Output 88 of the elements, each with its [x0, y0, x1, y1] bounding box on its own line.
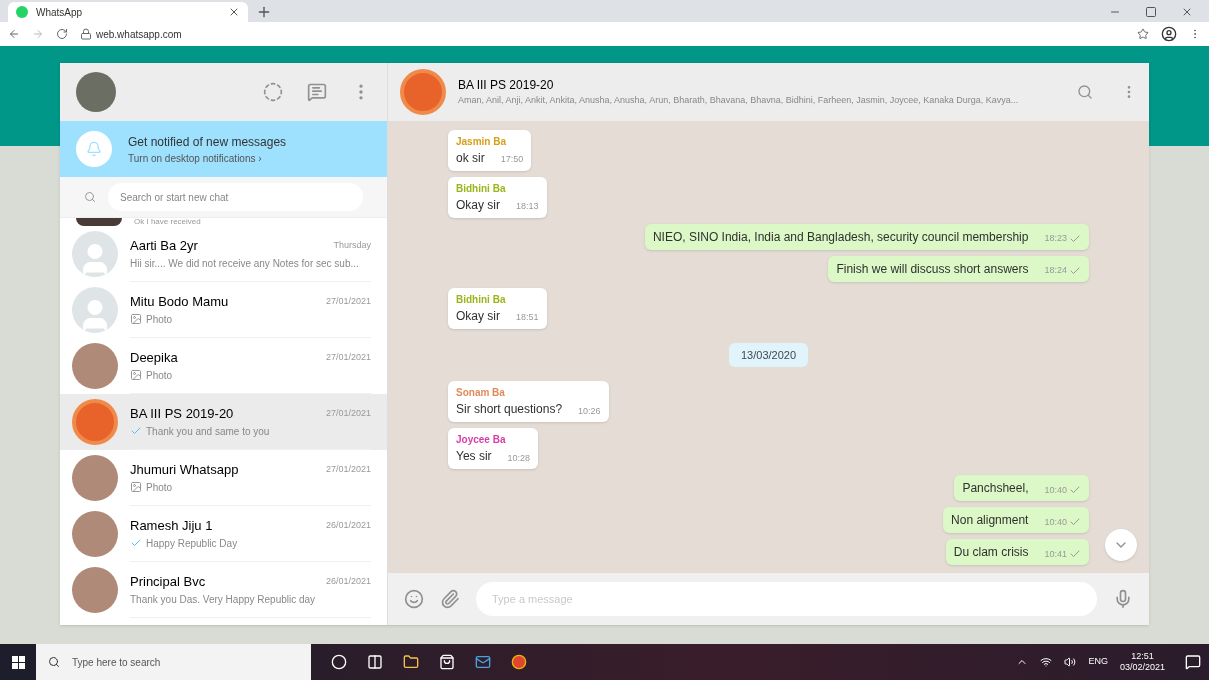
message-time: 10:41 — [1044, 547, 1067, 561]
photo-placeholder — [76, 218, 122, 226]
contact-name: Aarti Ba 2yr — [130, 237, 198, 256]
message-text: Non alignment — [951, 512, 1029, 529]
banner-title: Get notified of new messages — [128, 133, 287, 151]
banner-link[interactable]: Turn on desktop notifications › — [128, 150, 287, 166]
close-icon[interactable] — [228, 6, 240, 18]
status-icon[interactable] — [263, 82, 283, 102]
chat-list-item[interactable]: BA III PS 2019-20 27/01/2021 Thank you and same to you — [60, 394, 387, 450]
tab-title: WhatsApp — [36, 5, 84, 20]
chat-preview: Ok I have received — [134, 218, 201, 226]
chat-preview: Photo — [146, 480, 173, 495]
browser-tab[interactable]: WhatsApp — [8, 2, 248, 22]
chat-preview: Thank you and same to you — [146, 424, 270, 439]
chat-preview: Thank you Das. Very Happy Republic day — [130, 592, 316, 607]
contact-name: BA III PS 2019-20 — [130, 405, 234, 424]
language-indicator[interactable]: ENG — [1088, 655, 1108, 669]
contact-name: Deepika — [130, 349, 178, 368]
sender-name: Joycee Ba — [456, 433, 507, 447]
new-chat-icon[interactable] — [307, 82, 327, 102]
chat-time: 27/01/2021 — [325, 295, 371, 309]
message-text: Yes sir — [456, 448, 492, 465]
message-text: Okay sir — [456, 307, 500, 325]
task-view-icon[interactable] — [367, 654, 383, 670]
search-icon[interactable] — [1077, 84, 1093, 100]
chat-time: Thursday — [333, 239, 371, 253]
message-time: 18:23 — [1044, 232, 1067, 245]
chat-preview: Photo — [146, 368, 173, 383]
sender-name: Jasmin Ba — [456, 134, 508, 149]
message-time: 18:51 — [516, 311, 539, 324]
microphone-icon[interactable] — [1113, 589, 1133, 609]
member-list: Aman, Anil, Anji, Ankit, Ankita, Anusha, Anusha, Arun, Bharath, Bhavana, Bhavna, Bidhini, Farheen, Jasmin, Joycee, Kanaka Durga, Kavya... — [458, 94, 1041, 108]
reload-icon[interactable] — [56, 28, 68, 40]
message-time: 17:50 — [500, 153, 524, 166]
volume-icon[interactable] — [1064, 656, 1077, 668]
sender-name: Bidhini Ba — [456, 292, 507, 307]
sender-name: Sonam Ba — [456, 386, 506, 400]
message-text: Du clam crisis — [953, 544, 1029, 561]
chat-title: BA III PS 2019-20 — [458, 77, 555, 95]
chat-preview: Happy Republic Day — [146, 536, 238, 551]
date-chip: 13/03/2020 — [728, 342, 809, 367]
message-text: Okay sir — [456, 196, 500, 214]
contact-name: Ramesh Jiju 1 — [130, 517, 213, 536]
chat-time: 27/01/2021 — [325, 351, 371, 365]
new-tab-icon[interactable] — [256, 4, 272, 20]
message-time: 18:24 — [1044, 264, 1067, 277]
search-icon — [84, 191, 96, 203]
bookmark-star-icon[interactable] — [1137, 28, 1149, 40]
profile-icon[interactable] — [1161, 26, 1177, 42]
folder-icon[interactable] — [403, 654, 419, 670]
chat-preview: Photo — [146, 312, 173, 327]
attach-icon[interactable] — [440, 589, 460, 609]
chat-preview: Hii sir.... We did not receive any Notes for sec sub... — [130, 256, 359, 271]
chat-time: 26/01/2021 — [325, 519, 371, 533]
notifications-icon[interactable] — [1185, 654, 1201, 670]
back-icon[interactable] — [8, 28, 20, 40]
close-icon[interactable] — [1181, 6, 1193, 18]
message-time: 10:26 — [578, 404, 601, 418]
contact-name: Jhumuri Whatsapp — [130, 461, 239, 480]
contact-name: Mitu Bodo Mamu — [130, 293, 229, 312]
maximize-icon[interactable] — [1145, 6, 1157, 18]
message-text: ok sir — [456, 149, 485, 167]
network-icon[interactable] — [1040, 656, 1053, 668]
group-avatar — [400, 69, 446, 115]
message-time: 18:13 — [516, 200, 539, 213]
search-icon — [48, 656, 60, 668]
mail-icon[interactable] — [475, 654, 491, 670]
message-text: Finish we will discuss short answers — [836, 260, 1029, 278]
message-time: 10:40 — [1044, 515, 1067, 529]
contact-name: Principal Bvc — [130, 573, 206, 592]
chat-time: 27/01/2021 — [325, 407, 371, 421]
taskbar-search-field[interactable]: Type here to search — [36, 644, 311, 680]
clock[interactable]: 12:51 03/02/2021 — [1119, 651, 1165, 673]
bell-icon — [76, 131, 112, 167]
sender-name: Bidhini Ba — [456, 181, 507, 196]
emoji-icon[interactable] — [404, 589, 424, 609]
message-text: NIEO, SINO India, India and Bangladesh, security council membership — [652, 228, 1029, 246]
search-field[interactable]: Search or start new chat — [108, 183, 363, 211]
chat-time: 26/01/2021 — [325, 575, 371, 589]
notification-banner[interactable]: Get notified of new messages Turn on desktop notifications › — [60, 121, 387, 177]
chat-time: 27/01/2021 — [325, 463, 371, 477]
message-text: Sir short questions? — [456, 401, 563, 418]
message-time: 10:28 — [507, 451, 531, 465]
store-icon[interactable] — [439, 654, 455, 670]
message-time: 10:40 — [1044, 483, 1067, 497]
site-icon — [16, 6, 28, 18]
photo-placeholder[interactable] — [76, 72, 116, 112]
message-text: Panchsheel, — [962, 480, 1029, 497]
